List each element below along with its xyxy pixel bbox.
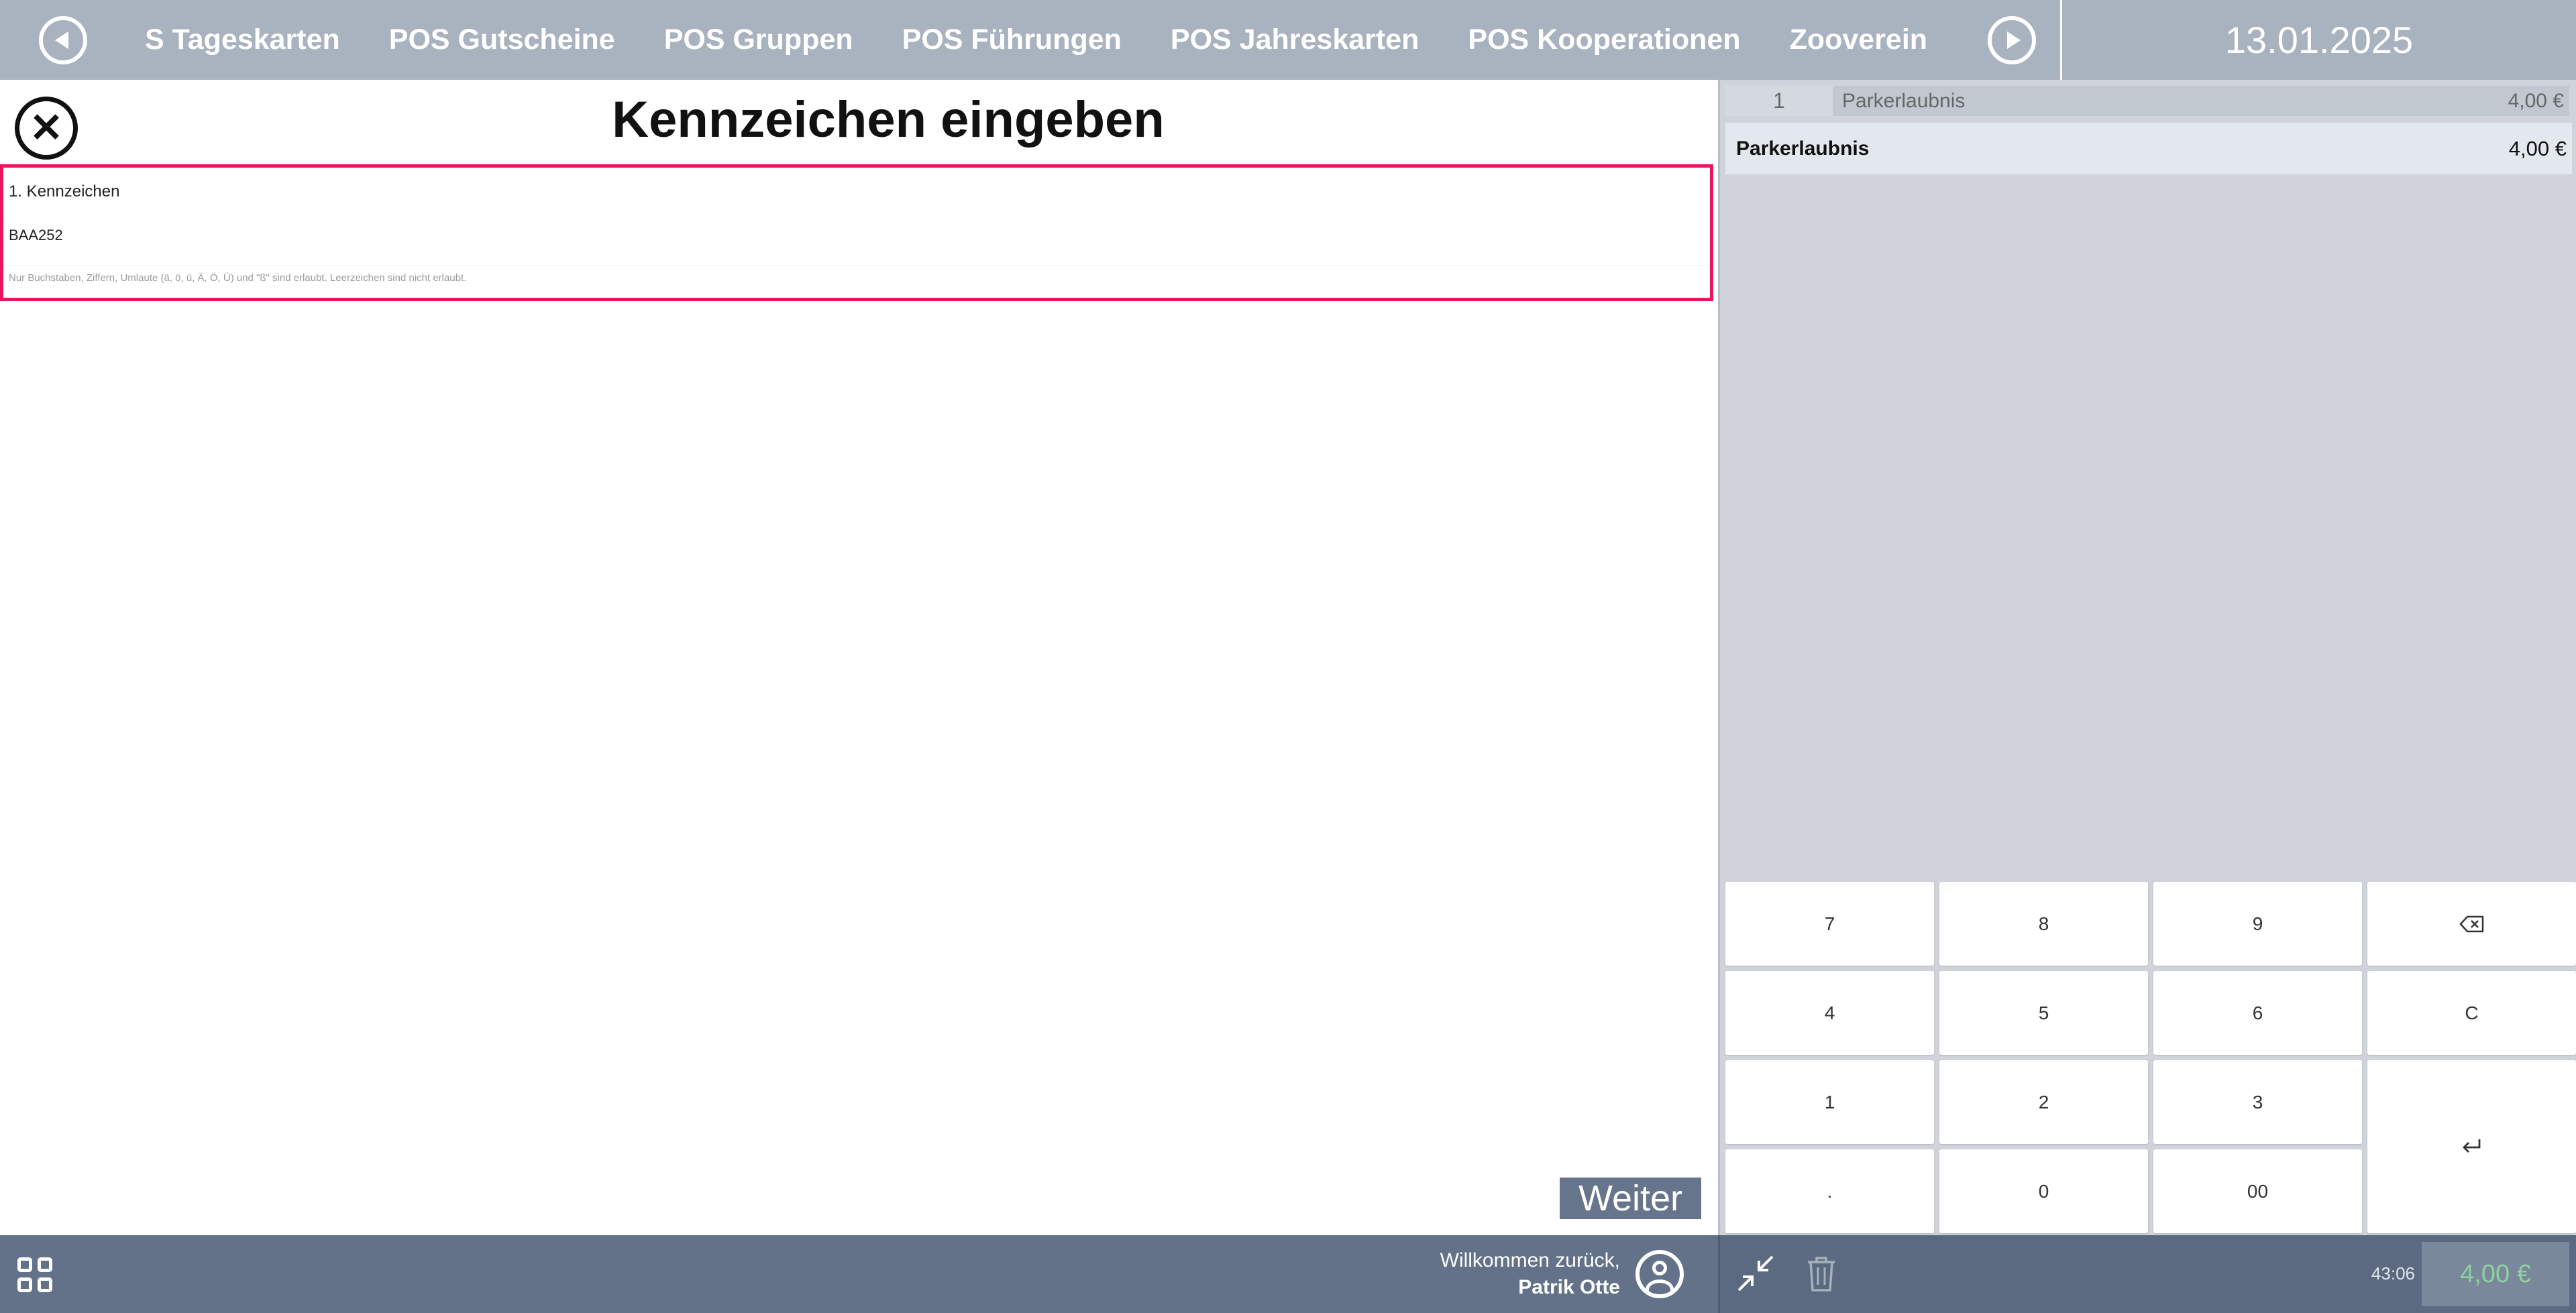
trash-icon[interactable] xyxy=(1806,1255,1837,1293)
total-button[interactable]: 4,00 € xyxy=(2422,1242,2569,1306)
cart-item-name: Parkerlaubnis xyxy=(1842,89,1966,112)
welcome-message: Willkommen zurück, Patrik Otte xyxy=(1440,1247,1620,1301)
selected-item-name: Parkerlaubnis xyxy=(1736,137,1870,160)
welcome-line: Willkommen zurück, xyxy=(1440,1249,1620,1271)
tab-pos-gutscheine[interactable]: POS Gutscheine xyxy=(389,23,615,56)
user-name: Patrik Otte xyxy=(1518,1276,1620,1298)
numpad-key-2[interactable]: 2 xyxy=(1939,1060,2148,1144)
tab-pos-gruppen[interactable]: POS Gruppen xyxy=(664,23,853,56)
session-timer: 43:06 xyxy=(2371,1263,2415,1283)
selected-item-row[interactable]: Parkerlaubnis 4,00 € xyxy=(1725,123,2572,174)
collapse-icon[interactable] xyxy=(1735,1253,1776,1294)
tab-s-tageskarten[interactable]: S Tageskarten xyxy=(145,23,340,56)
tab-pos-jahreskarten[interactable]: POS Jahreskarten xyxy=(1171,23,1419,56)
license-plate-input[interactable]: BAA252 xyxy=(9,227,63,244)
selected-item-price: 4,00 € xyxy=(2508,136,2567,160)
cart-item-quantity[interactable]: 1 xyxy=(1725,86,1833,116)
dialog-title: Kennzeichen eingeben xyxy=(612,91,1165,148)
apps-grid-icon[interactable] xyxy=(17,1257,52,1292)
numpad-key-6[interactable]: 6 xyxy=(2153,971,2362,1055)
license-plate-field[interactable]: 1. Kennzeichen BAA252 Nur Buchstaben, Zi… xyxy=(0,164,1713,301)
cart-item-row[interactable]: 1 Parkerlaubnis 4,00 € xyxy=(1725,86,2569,116)
numpad-key-00[interactable]: 00 xyxy=(2153,1149,2362,1233)
field-label: 1. Kennzeichen xyxy=(9,182,120,201)
numpad-key-3[interactable]: 3 xyxy=(2153,1060,2362,1144)
numpad-key-5[interactable]: 5 xyxy=(1939,971,2148,1055)
numpad-key-9[interactable]: 9 xyxy=(2153,882,2362,966)
cart-footer: 43:06 4,00 € xyxy=(1718,1235,2576,1313)
category-tabs: S Tageskarten POS Gutscheine POS Gruppen… xyxy=(145,23,1927,56)
numpad-key-decimal[interactable]: . xyxy=(1725,1149,1934,1233)
date-display: 13.01.2025 xyxy=(2060,0,2576,80)
bottom-bar: Willkommen zurück, Patrik Otte 43:06 4,0… xyxy=(0,1235,2576,1313)
numpad-key-8[interactable]: 8 xyxy=(1939,882,2148,966)
field-hint: Nur Buchstaben, Ziffern, Umlaute (ä, ö, … xyxy=(9,272,467,284)
user-icon[interactable] xyxy=(1635,1250,1684,1298)
tab-zooverein[interactable]: Zooverein xyxy=(1790,23,1928,56)
numpad-key-0[interactable]: 0 xyxy=(1939,1149,2148,1233)
enter-icon[interactable] xyxy=(2367,1060,2576,1233)
numpad-key-clear[interactable]: C xyxy=(2367,971,2576,1055)
tab-pos-fuehrungen[interactable]: POS Führungen xyxy=(902,23,1122,56)
next-icon[interactable] xyxy=(1988,15,2037,64)
numpad-key-4[interactable]: 4 xyxy=(1725,971,1934,1055)
backspace-icon[interactable] xyxy=(2367,882,2576,966)
main-panel: Kennzeichen eingeben ✕ 1. Kennzeichen BA… xyxy=(0,80,1718,1235)
close-icon[interactable]: ✕ xyxy=(15,97,78,160)
cart-panel: 1 Parkerlaubnis 4,00 € Parkerlaubnis 4,0… xyxy=(1718,80,2576,1235)
cart-item-price: 4,00 € xyxy=(2508,89,2564,112)
tab-pos-kooperationen[interactable]: POS Kooperationen xyxy=(1468,23,1740,56)
numpad-key-1[interactable]: 1 xyxy=(1725,1060,1934,1144)
next-button[interactable]: Weiter xyxy=(1560,1178,1701,1219)
numpad-key-7[interactable]: 7 xyxy=(1725,882,1934,966)
numpad: 7 8 9 4 5 6 C 1 2 3 . 0 00 xyxy=(1722,882,2576,1233)
top-bar: S Tageskarten POS Gutscheine POS Gruppen… xyxy=(0,0,2576,80)
prev-icon[interactable] xyxy=(39,15,87,64)
